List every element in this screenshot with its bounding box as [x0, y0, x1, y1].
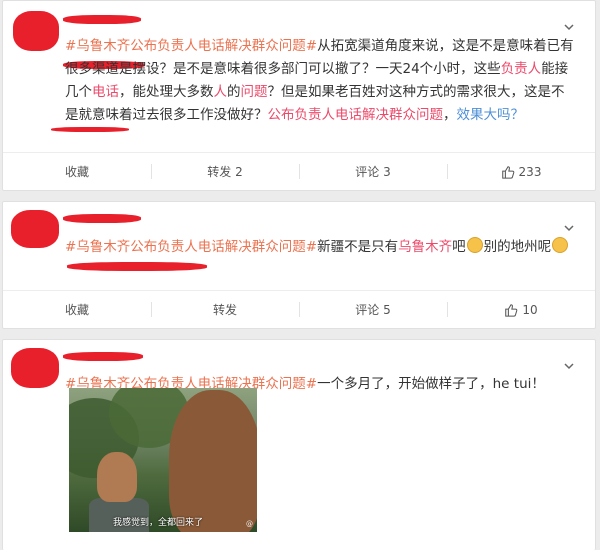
like-button[interactable]: 10: [447, 291, 595, 328]
post-card: #乌鲁木齐公布负责人电话解决群众问题#从拓宽渠道角度来说，这是不是意味着已有很多…: [2, 0, 596, 191]
post-actions: 收藏 转发 2 评论 3 233: [3, 152, 595, 190]
comment-button[interactable]: 评论 5: [299, 291, 447, 328]
post-text: #乌鲁木齐公布负责人电话解决群众问题#新疆不是只有乌鲁木齐吧 别的地州呢: [65, 236, 575, 259]
redacted-username: [63, 352, 143, 361]
thumbs-up-icon: [501, 165, 514, 179]
redacted-avatar: [13, 11, 59, 51]
keyword-highlight: 公布负责人电话解决群众问题: [267, 107, 444, 123]
redacted-meta: [67, 262, 207, 271]
text-segment: 吧: [452, 239, 466, 255]
thumbs-up-icon: [505, 303, 518, 317]
redacted-avatar: [11, 210, 59, 248]
post-image[interactable]: 我感觉到，全都回来了 @: [69, 388, 257, 532]
emoji-icon: [552, 237, 569, 253]
post-card: #乌鲁木齐公布负责人电话解决群众问题#新疆不是只有乌鲁木齐吧 别的地州呢 收藏 转…: [2, 201, 596, 329]
like-button[interactable]: 233: [447, 153, 595, 190]
text-segment: 新疆不是只有: [317, 239, 399, 255]
keyword-highlight: 电话: [92, 84, 119, 100]
comment-button[interactable]: 评论 3: [299, 153, 447, 190]
keyword-highlight: 乌鲁木齐: [398, 239, 453, 255]
post-text: #乌鲁木齐公布负责人电话解决群众问题#从拓宽渠道角度来说，这是不是意味着已有很多…: [65, 35, 575, 127]
redacted-username: [63, 15, 141, 24]
image-person-face: [169, 390, 257, 532]
hashtag-link[interactable]: #乌鲁木齐公布负责人电话解决群众问题#: [65, 38, 317, 54]
redacted-avatar: [11, 348, 59, 388]
text-segment: 一个多月了，开始做样子了，he tui！: [317, 376, 545, 392]
text-segment: 的: [227, 84, 241, 100]
emoji-icon: [466, 237, 483, 253]
repost-button[interactable]: 转发 2: [151, 153, 299, 190]
post-actions: 收藏 转发 评论 5 10: [3, 290, 595, 328]
chevron-down-icon[interactable]: [563, 360, 575, 372]
keyword-highlight: 人: [213, 84, 228, 100]
text-segment: ，能处理大多数: [119, 84, 214, 100]
collect-button[interactable]: 收藏: [3, 291, 151, 328]
keyword-highlight: 问题: [240, 84, 268, 100]
text-link[interactable]: 效果大吗？: [457, 107, 525, 123]
redacted-meta: [51, 127, 129, 132]
chevron-down-icon[interactable]: [563, 222, 575, 234]
post-card: #乌鲁木齐公布负责人电话解决群众问题#一个多月了，开始做样子了，he tui！ …: [2, 339, 596, 550]
collect-button[interactable]: 收藏: [3, 153, 151, 190]
keyword-highlight: 负责人: [500, 61, 542, 77]
repost-button[interactable]: 转发: [151, 291, 299, 328]
text-segment: ，: [443, 107, 457, 123]
hashtag-link[interactable]: #乌鲁木齐公布负责人电话解决群众问题#: [65, 239, 317, 255]
image-person-face: [97, 452, 137, 502]
redacted-username: [63, 214, 141, 223]
image-watermark: @: [246, 520, 253, 528]
text-segment: 别的地州呢: [483, 239, 552, 255]
chevron-down-icon[interactable]: [563, 21, 575, 33]
image-caption: 我感觉到，全都回来了: [113, 518, 204, 528]
